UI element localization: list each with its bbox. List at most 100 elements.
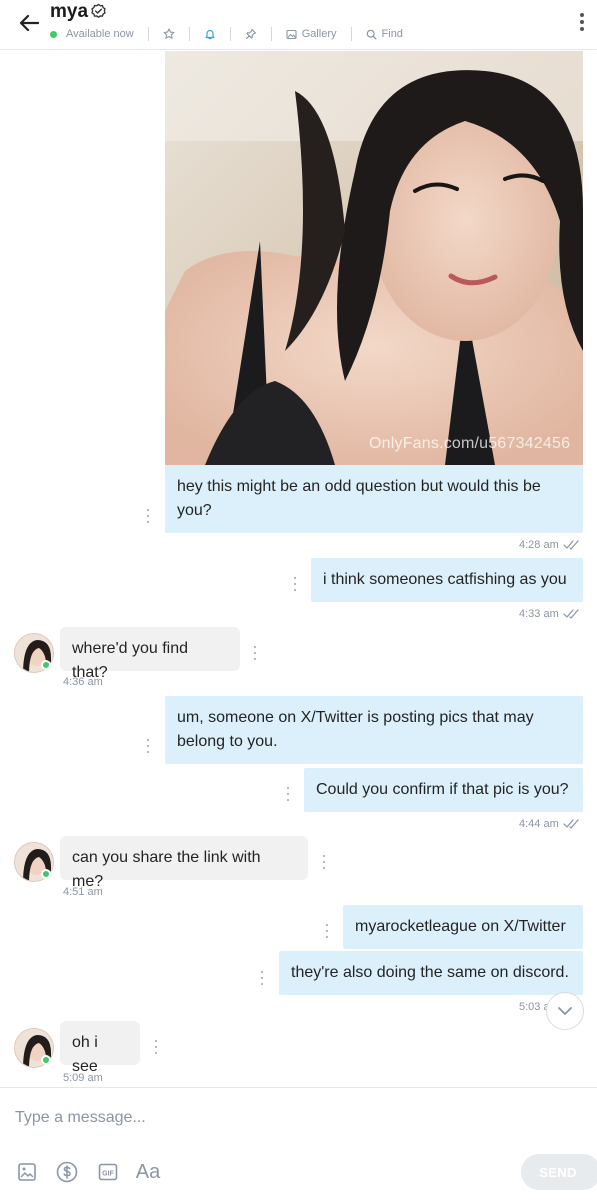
double-check-icon: [563, 819, 579, 829]
gif-icon: GIF: [98, 1163, 118, 1181]
dot: [294, 577, 296, 579]
dot: [254, 658, 256, 660]
double-check-icon: [563, 540, 579, 550]
message-timestamp: 4:36 am: [63, 676, 103, 688]
message-list[interactable]: OnlyFans.com/u567342456 hey this might b…: [0, 51, 597, 1087]
dot: [155, 1046, 157, 1048]
scroll-to-bottom-button[interactable]: [546, 992, 584, 1030]
dollar-icon: [56, 1161, 78, 1183]
dot: [147, 515, 149, 517]
back-arrow-icon: [19, 14, 39, 32]
send-button[interactable]: SEND: [521, 1154, 597, 1190]
message-input[interactable]: [0, 1100, 597, 1136]
message-options-button[interactable]: [292, 577, 298, 591]
divider: [270, 27, 272, 41]
dot: [580, 27, 584, 31]
message-bubble-outgoing[interactable]: hey this might be an odd question but wo…: [165, 465, 583, 533]
dot: [323, 855, 325, 857]
pin-icon: [245, 28, 256, 40]
verified-icon: [91, 3, 106, 18]
message-bubble-outgoing[interactable]: Could you confirm if that pic is you?: [304, 768, 583, 812]
message-options-button[interactable]: [321, 855, 327, 869]
dot: [326, 936, 328, 938]
find-button[interactable]: Find: [366, 28, 403, 40]
message-timestamp: 4:28 am: [519, 539, 581, 551]
message-bubble-incoming[interactable]: where'd you find that?: [60, 627, 240, 681]
photo-watermark: OnlyFans.com/u567342456: [369, 435, 571, 452]
favorite-button[interactable]: [163, 28, 175, 40]
text-format-icon: Aa: [135, 1160, 161, 1183]
online-indicator: [41, 660, 51, 670]
dot: [323, 861, 325, 863]
message-photo[interactable]: OnlyFans.com/u567342456: [165, 51, 583, 465]
message-options-button[interactable]: [259, 971, 265, 985]
search-icon: [366, 29, 376, 39]
tip-button[interactable]: [55, 1160, 79, 1184]
divider: [229, 27, 231, 41]
dot: [261, 971, 263, 973]
timestamp-text: 4:44 am: [519, 818, 559, 830]
chevron-down-icon: [558, 1007, 572, 1015]
timestamp-text: 4:28 am: [519, 539, 559, 551]
header-toolbar: Available now Gallery Find: [50, 26, 417, 42]
message-options-button[interactable]: [285, 787, 291, 801]
message-options-button[interactable]: [252, 646, 258, 660]
divider: [147, 27, 149, 41]
dot: [287, 793, 289, 795]
dot: [147, 745, 149, 747]
divider: [188, 27, 190, 41]
dot: [294, 583, 296, 585]
dot: [294, 589, 296, 591]
message-timestamp: 4:33 am: [519, 608, 581, 620]
message-bubble-incoming[interactable]: can you share the link with me?: [60, 836, 308, 890]
dot: [254, 652, 256, 654]
message-timestamp: 4:44 am: [519, 818, 581, 830]
star-icon: [163, 28, 175, 39]
dot: [147, 509, 149, 511]
divider: [350, 27, 352, 41]
message-options-button[interactable]: [145, 739, 151, 753]
message-options-button[interactable]: [145, 509, 151, 523]
attach-media-button[interactable]: [16, 1160, 38, 1184]
dot: [326, 924, 328, 926]
gallery-label: Gallery: [301, 28, 337, 40]
message-bubble-incoming[interactable]: oh i see: [60, 1021, 140, 1075]
gallery-icon: [286, 29, 297, 39]
dot: [287, 799, 289, 801]
chat-contact-name[interactable]: mya: [50, 1, 88, 23]
online-indicator: [41, 869, 51, 879]
message-bubble-outgoing[interactable]: they're also doing the same on discord.: [279, 951, 583, 995]
chat-header: mya Available now Gallery Find: [0, 0, 597, 50]
message-bubble-outgoing[interactable]: um, someone on X/Twitter is posting pics…: [165, 696, 583, 764]
message-options-button[interactable]: [153, 1040, 159, 1054]
more-options-button[interactable]: [575, 10, 589, 34]
double-check-icon: [563, 609, 579, 619]
dot: [147, 739, 149, 741]
text-format-button[interactable]: Aa: [135, 1160, 161, 1184]
dot: [254, 646, 256, 648]
online-status-dot: [50, 30, 57, 38]
message-timestamp: 5:09 am: [63, 1072, 103, 1084]
more-vertical-icon: [580, 13, 584, 17]
message-bubble-outgoing[interactable]: myarocketleague on X/Twitter: [343, 905, 583, 949]
dot: [147, 751, 149, 753]
message-options-button[interactable]: [324, 924, 330, 938]
dot: [326, 930, 328, 932]
image-icon: [18, 1163, 36, 1181]
gallery-button[interactable]: Gallery: [286, 28, 337, 40]
notifications-button[interactable]: [204, 28, 216, 40]
timestamp-text: 4:33 am: [519, 608, 559, 620]
dot: [155, 1040, 157, 1042]
message-bubble-outgoing[interactable]: i think someones catfishing as you: [311, 558, 583, 602]
message-composer: GIF Aa SEND: [0, 1087, 597, 1200]
find-label: Find: [381, 28, 403, 40]
pin-button[interactable]: [245, 28, 257, 40]
bell-icon: [205, 29, 215, 40]
dot: [147, 521, 149, 523]
svg-text:GIF: GIF: [102, 1171, 114, 1178]
status-text: Available now: [66, 28, 134, 40]
dot: [261, 983, 263, 985]
online-indicator: [41, 1055, 51, 1065]
back-button[interactable]: [14, 8, 44, 38]
gif-button[interactable]: GIF: [97, 1160, 119, 1184]
